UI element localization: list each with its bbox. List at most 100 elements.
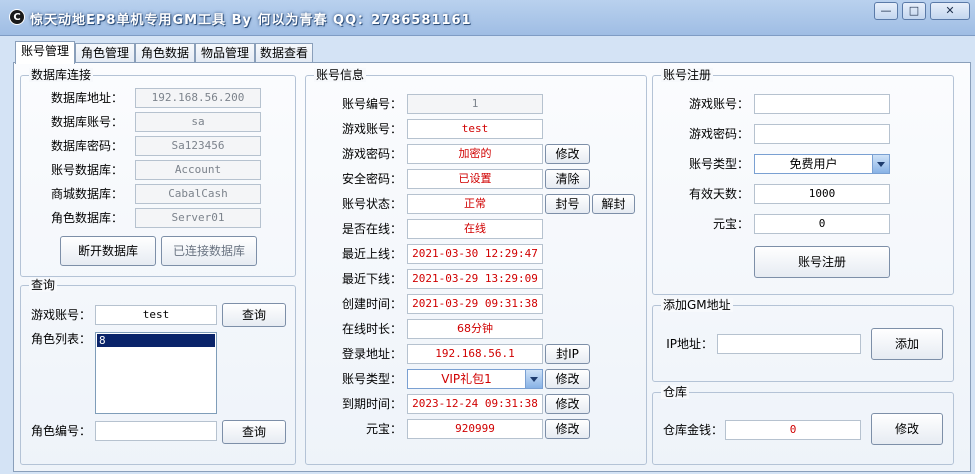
last-logout-label: 最近下线： — [341, 272, 402, 286]
account-db-field[interactable]: Account — [135, 160, 261, 180]
modify-account-type-button[interactable]: 修改 — [545, 369, 590, 389]
online-duration-field[interactable]: 68分钟 — [407, 319, 543, 339]
minimize-button[interactable]: — — [874, 2, 898, 20]
modify-expire-button[interactable]: 修改 — [545, 394, 590, 414]
group-title: 账号注册 — [661, 68, 714, 82]
created-time-field[interactable]: 2021-03-29 09:31:38 — [407, 294, 543, 314]
valid-days-input[interactable]: 1000 — [754, 184, 890, 204]
game-account-label: 游戏账号： — [341, 122, 402, 136]
db-user-label: 数据库账号： — [50, 115, 123, 129]
online-status-field[interactable]: 在线 — [407, 219, 543, 239]
chevron-down-icon[interactable] — [525, 370, 542, 388]
db-connection-group: 数据库连接 数据库地址： 192.168.56.200 数据库账号： sa 数据… — [20, 68, 296, 277]
yuanbao-field[interactable]: 920999 — [407, 419, 543, 439]
group-title: 添加GM地址 — [661, 298, 733, 312]
title-bar: C 惊天动地EP8单机专用GM工具 By 何以为青春 QQ：2786581161… — [0, 0, 975, 36]
account-type-select[interactable]: VIP礼包1 — [407, 369, 543, 389]
query-account-button[interactable]: 查询 — [222, 303, 286, 327]
online-status-label: 是否在线： — [341, 222, 402, 236]
maximize-button[interactable]: □ — [902, 2, 926, 20]
group-title: 账号信息 — [314, 68, 367, 82]
account-type-label: 账号类型： — [341, 372, 402, 386]
ip-address-label: IP地址： — [666, 337, 713, 351]
account-manage-panel: 数据库连接 数据库地址： 192.168.56.200 数据库账号： sa 数据… — [13, 62, 971, 472]
unban-account-button[interactable]: 解封 — [592, 194, 635, 214]
ban-account-button[interactable]: 封号 — [545, 194, 590, 214]
register-account-label: 游戏账号： — [688, 97, 749, 111]
clear-safe-password-button[interactable]: 清除 — [545, 169, 590, 189]
query-group: 查询 游戏账号： test 查询 角色列表： 8 角色编号： 查询 — [20, 278, 296, 465]
register-password-input[interactable] — [754, 124, 890, 144]
account-status-label: 账号状态： — [341, 197, 402, 211]
last-login-label: 最近上线： — [341, 247, 402, 261]
db-password-label: 数据库密码： — [50, 139, 123, 153]
group-title: 数据库连接 — [29, 68, 94, 82]
register-type-label: 账号类型： — [688, 157, 749, 171]
mall-db-label: 商城数据库： — [50, 187, 123, 201]
account-status-field[interactable]: 正常 — [407, 194, 543, 214]
role-list[interactable]: 8 — [95, 332, 217, 414]
yuanbao-label: 元宝： — [365, 422, 402, 436]
modify-yuanbao-button[interactable]: 修改 — [545, 419, 590, 439]
account-info-group: 账号信息 账号编号： 1 游戏账号： test 游戏密码： 加密的 修改 安全密… — [305, 68, 647, 465]
account-id-field[interactable]: 1 — [407, 94, 543, 114]
db-user-field[interactable]: sa — [135, 112, 261, 132]
tab-data-view[interactable]: 数据查看 — [255, 43, 313, 63]
role-id-label: 角色编号： — [30, 424, 91, 438]
role-db-field[interactable]: Server01 — [135, 208, 261, 228]
register-type-value: 免费用户 — [789, 157, 838, 171]
role-id-input[interactable] — [95, 421, 217, 441]
game-account-field[interactable]: test — [407, 119, 543, 139]
last-login-field[interactable]: 2021-03-30 12:29:47 — [407, 244, 543, 264]
app-logo-icon: C — [9, 9, 25, 25]
account-type-value: VIP礼包1 — [441, 372, 492, 386]
tab-account-manage[interactable]: 账号管理 — [15, 41, 75, 64]
connected-db-button[interactable]: 已连接数据库 — [161, 236, 257, 266]
db-host-field[interactable]: 192.168.56.200 — [135, 88, 261, 108]
modify-password-button[interactable]: 修改 — [545, 144, 590, 164]
last-logout-field[interactable]: 2021-03-29 13:29:09 — [407, 269, 543, 289]
role-list-label: 角色列表： — [30, 332, 91, 346]
tab-item-manage[interactable]: 物品管理 — [195, 43, 255, 63]
expire-time-label: 到期时间： — [341, 397, 402, 411]
safe-password-field[interactable]: 已设置 — [407, 169, 543, 189]
account-register-group: 账号注册 游戏账号： 游戏密码： 账号类型： 免费用户 有效天数： 1000 元… — [652, 68, 954, 295]
chevron-down-icon[interactable] — [872, 155, 889, 173]
register-account-button[interactable]: 账号注册 — [754, 246, 890, 278]
game-password-label: 游戏密码： — [341, 147, 402, 161]
ban-ip-button[interactable]: 封IP — [545, 344, 590, 364]
add-gm-group: 添加GM地址 IP地址： 添加 — [652, 298, 954, 382]
group-title: 查询 — [29, 278, 58, 292]
account-db-label: 账号数据库： — [50, 163, 123, 177]
warehouse-group: 仓库 仓库金钱： 0 修改 — [652, 385, 954, 465]
query-account-input[interactable]: test — [95, 305, 217, 325]
disconnect-db-button[interactable]: 断开数据库 — [60, 236, 156, 266]
query-role-button[interactable]: 查询 — [222, 420, 286, 444]
online-duration-label: 在线时长： — [341, 322, 402, 336]
game-password-field[interactable]: 加密的 — [407, 144, 543, 164]
gm-ip-input[interactable] — [717, 334, 861, 354]
db-host-label: 数据库地址： — [50, 91, 123, 105]
modify-warehouse-button[interactable]: 修改 — [871, 413, 943, 445]
created-time-label: 创建时间： — [341, 297, 402, 311]
window-title: 惊天动地EP8单机专用GM工具 By 何以为青春 QQ：2786581161 — [30, 13, 472, 28]
safe-password-label: 安全密码： — [341, 172, 402, 186]
tab-role-data[interactable]: 角色数据 — [135, 43, 195, 63]
add-gm-button[interactable]: 添加 — [871, 328, 943, 360]
close-button[interactable]: ✕ — [930, 2, 970, 20]
register-type-select[interactable]: 免费用户 — [754, 154, 890, 174]
register-yuanbao-input[interactable]: 0 — [754, 214, 890, 234]
group-title: 仓库 — [661, 385, 690, 399]
warehouse-money-label: 仓库金钱： — [662, 423, 723, 437]
list-item[interactable]: 8 — [97, 334, 215, 347]
warehouse-money-input[interactable]: 0 — [725, 420, 861, 440]
mall-db-field[interactable]: CabalCash — [135, 184, 261, 204]
db-password-field[interactable]: Sa123456 — [135, 136, 261, 156]
query-account-label: 游戏账号： — [30, 308, 91, 322]
role-db-label: 角色数据库： — [50, 211, 123, 225]
expire-time-field[interactable]: 2023-12-24 09:31:38 — [407, 394, 543, 414]
register-account-input[interactable] — [754, 94, 890, 114]
tab-role-manage[interactable]: 角色管理 — [75, 43, 135, 63]
register-password-label: 游戏密码： — [688, 127, 749, 141]
login-ip-field[interactable]: 192.168.56.1 — [407, 344, 543, 364]
